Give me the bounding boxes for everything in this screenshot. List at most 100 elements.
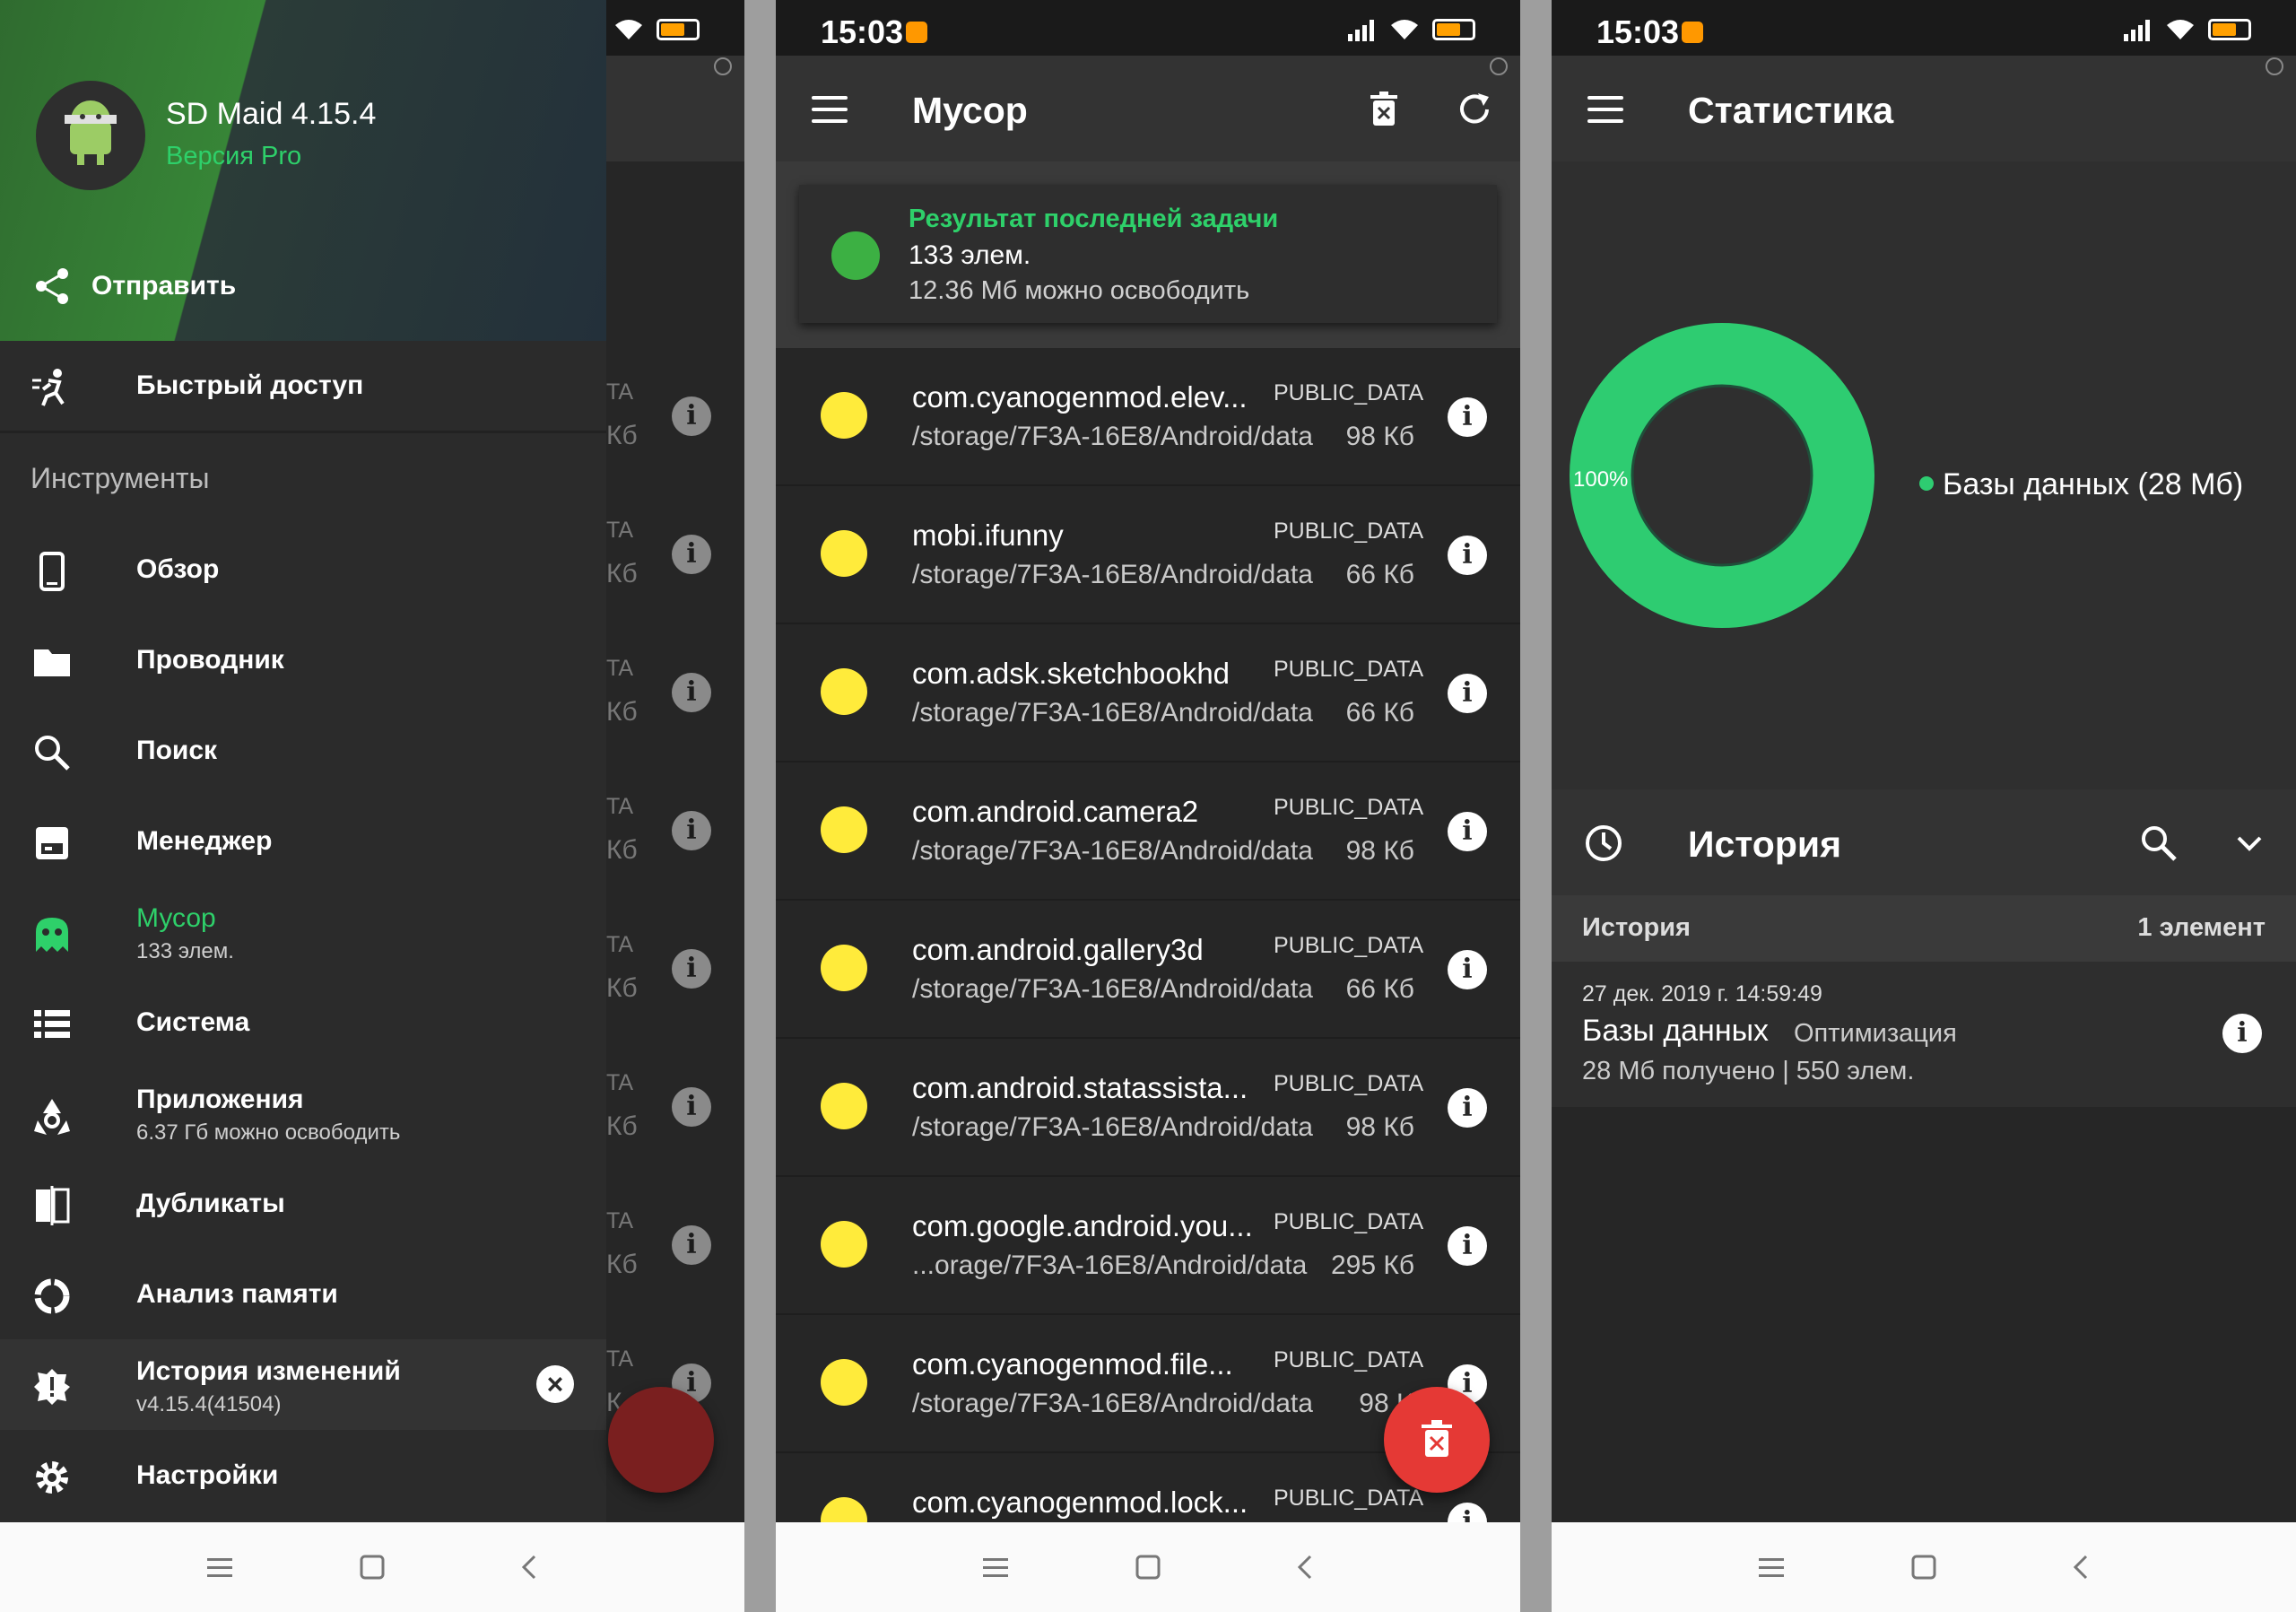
drawer-item-overview[interactable]: Обзор [0, 525, 606, 614]
info-icon[interactable]: i [672, 396, 711, 436]
drawer-item-settings[interactable]: Настройки [0, 1431, 606, 1521]
home-nav-icon[interactable] [354, 1551, 390, 1583]
list-item[interactable]: com.google.android.you... PUBLIC_DATA ...o… [776, 1177, 1520, 1315]
drawer-item-explorer[interactable]: Проводник [0, 615, 606, 705]
navigation-drawer: SD Maid 4.15.4 Версия Pro Отправить Быст… [0, 0, 606, 1612]
item-dot [821, 668, 867, 715]
info-icon[interactable]: i [672, 1087, 711, 1127]
alert-badge-icon [34, 1369, 70, 1405]
menu-nav-icon[interactable] [202, 1551, 238, 1583]
close-icon[interactable]: × [536, 1365, 574, 1403]
info-icon[interactable]: i [672, 1225, 711, 1265]
share-icon [36, 268, 68, 304]
refresh-icon[interactable] [1455, 90, 1494, 129]
info-icon[interactable]: i [1448, 536, 1487, 575]
list-item: TA Кб i [606, 900, 744, 1038]
list-item[interactable]: com.adsk.sketchbookhd PUBLIC_DATA/storage… [776, 624, 1520, 762]
status-bar: 15:03 [1552, 0, 2296, 56]
history-entry[interactable]: 27 дек. 2019 г. 14:59:49 Базы данных Опт… [1552, 962, 2296, 1107]
delete-fab-dimmed [608, 1387, 714, 1493]
list-item: TA Кб i [606, 347, 744, 485]
status-bar: 15:03 [776, 0, 1520, 56]
running-icon [32, 369, 65, 406]
menu-nav-icon[interactable] [1753, 1551, 1789, 1583]
search-icon[interactable] [2139, 823, 2179, 863]
list-item[interactable]: com.cyanogenmod.elev... PUBLIC_DATA/stora… [776, 348, 1520, 486]
list-item[interactable]: com.android.statassista... PUBLIC_DATA/st… [776, 1039, 1520, 1177]
list-item: TA Кб i [606, 1176, 744, 1314]
ghost-icon [36, 918, 68, 952]
delete-fab[interactable] [1384, 1387, 1490, 1493]
list-item: TA Кб i [606, 623, 744, 762]
share-button[interactable]: Отправить [32, 266, 236, 306]
delete-icon [1422, 1420, 1452, 1457]
gear-icon [36, 1461, 68, 1494]
info-icon[interactable]: i [1448, 812, 1487, 851]
wifi-icon [2167, 20, 2194, 39]
system-nav-bar [0, 1522, 744, 1612]
home-nav-icon[interactable] [1906, 1551, 1942, 1583]
info-icon[interactable]: i [672, 673, 711, 712]
folder-icon [34, 649, 70, 676]
wifi-icon [615, 20, 642, 39]
drawer-item-system[interactable]: Система [0, 978, 606, 1067]
chevron-down-icon[interactable] [2233, 827, 2266, 859]
system-nav-bar [776, 1522, 1520, 1612]
last-task-result-card[interactable]: Результат последней задачи 133 элем. 12.… [799, 185, 1497, 323]
drawer-item-changelog[interactable]: История изменений v4.15.4(41504) × [0, 1340, 606, 1430]
divider [0, 431, 606, 433]
share-label: Отправить [91, 271, 237, 301]
donut-chart: 100% Базы данных (28 Мб) [1570, 323, 2243, 628]
home-nav-icon[interactable] [1130, 1551, 1166, 1583]
info-icon[interactable]: i [1448, 674, 1487, 713]
screen-statistics: 15:03 Статистика 100% Базы данных (28 Мб… [1552, 0, 2296, 1612]
menu-nav-icon[interactable] [978, 1551, 1013, 1583]
list-item[interactable]: com.android.camera2 PUBLIC_DATA/storage/7… [776, 762, 1520, 901]
info-icon[interactable]: i [1448, 1226, 1487, 1266]
drawer-item-duplicates[interactable]: Дубликаты [0, 1159, 606, 1249]
delete-icon[interactable] [1364, 90, 1404, 129]
chart-area: 100% Базы данных (28 Мб) [1552, 161, 2296, 789]
legend-label: Базы данных (28 Мб) [1943, 467, 2243, 501]
drawer-item-quick-access[interactable]: Быстрый доступ [0, 341, 606, 431]
drawer-item-junk[interactable]: Мусор 133 элем. [0, 887, 606, 977]
toolbar: Мусор [776, 56, 1520, 161]
drawer-item-search[interactable]: Поиск [0, 706, 606, 796]
menu-icon[interactable] [1587, 96, 1623, 123]
info-icon[interactable]: i [1448, 950, 1487, 989]
back-nav-icon[interactable] [2063, 1551, 2099, 1583]
info-icon[interactable]: i [1448, 397, 1487, 437]
wifi-icon [1391, 20, 1418, 39]
status-time: 15:03 [1596, 13, 1680, 50]
info-icon[interactable]: i [672, 535, 711, 574]
list-item[interactable]: com.android.gallery3d PUBLIC_DATA/storage… [776, 901, 1520, 1039]
history-count: 1 элемент [2137, 913, 2266, 942]
history-sub-label: История [1582, 913, 1691, 942]
drawer-item-storage-analyzer[interactable]: Анализ памяти [0, 1250, 606, 1339]
entry-date: 27 дек. 2019 г. 14:59:49 [1582, 981, 1822, 1006]
clock-icon [1586, 825, 1622, 861]
info-icon[interactable]: i [1448, 1088, 1487, 1128]
list-item[interactable]: mobi.ifunny PUBLIC_DATA/storage/7F3A-16E8… [776, 486, 1520, 624]
menu-icon[interactable] [812, 96, 848, 123]
back-nav-icon[interactable] [1287, 1551, 1323, 1583]
notification-icon [1682, 22, 1703, 43]
recycle-icon [34, 1099, 70, 1135]
battery-icon [2208, 19, 2251, 40]
duplicates-icon [36, 1186, 70, 1225]
info-icon[interactable]: i [672, 811, 711, 850]
history-header: История [1552, 789, 2296, 895]
phone-icon [39, 552, 65, 591]
drawer-item-apps[interactable]: Приложения 6.37 Гб можно освободить [0, 1068, 606, 1158]
list-item: TA Кб i [606, 485, 744, 623]
version-label: Версия Pro [166, 142, 302, 170]
info-icon[interactable]: i [672, 949, 711, 989]
item-dot [821, 1359, 867, 1406]
back-nav-icon[interactable] [511, 1551, 547, 1583]
history-title: История [1688, 823, 1842, 865]
info-icon[interactable]: i [2222, 1014, 2262, 1053]
list-item: TA Кб i [606, 762, 744, 900]
drawer-item-manager[interactable]: Менеджер [0, 797, 606, 886]
battery-icon [1432, 19, 1475, 40]
screen-drawer: 15:03 TAКбi TAКбi TAКбi TAКбi TAКбi TAКб… [0, 0, 744, 1612]
